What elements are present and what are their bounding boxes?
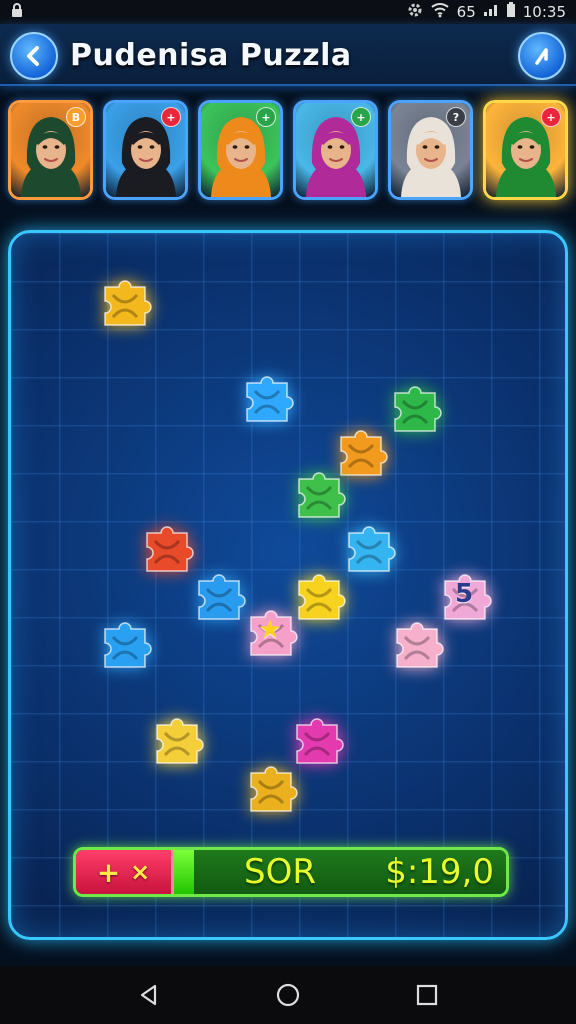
plus-button[interactable]: + — [97, 856, 120, 889]
puzzle-piece-icon — [104, 622, 152, 668]
puzzle-piece-icon — [246, 376, 294, 422]
avatar-2[interactable]: + — [103, 100, 188, 200]
score-controls[interactable]: + × — [76, 850, 174, 894]
battery-icon — [506, 2, 516, 22]
puzzle-piece-icon — [156, 718, 204, 764]
piece-gold-1[interactable] — [99, 275, 155, 335]
home-nav-button[interactable] — [268, 975, 308, 1015]
chevron-left-icon — [27, 46, 39, 66]
puzzle-piece-icon — [396, 622, 444, 668]
circle-home-icon — [276, 983, 300, 1007]
avatar-strip: B + + + ? + — [8, 100, 568, 204]
avatar-badge: B — [66, 107, 86, 127]
avatar-3[interactable]: + — [198, 100, 283, 200]
wifi-icon — [430, 2, 450, 22]
score-progress — [174, 850, 194, 894]
avatar-badge: + — [541, 107, 561, 127]
back-button[interactable] — [10, 32, 58, 80]
piece-blue-2[interactable] — [343, 521, 399, 581]
clock: 10:35 — [522, 3, 566, 21]
score-display: SOR $:19,0 — [194, 850, 506, 894]
header: Pudenisa Puzzla — [0, 24, 576, 86]
puzzle-piece-icon — [348, 526, 396, 572]
settings-icon — [407, 2, 423, 22]
piece-pink-5[interactable]: 5 — [439, 569, 495, 629]
back-nav-button[interactable] — [129, 975, 169, 1015]
puzzle-piece-icon — [298, 574, 346, 620]
piece-glyph: ★ — [258, 615, 282, 645]
score-bar: + × SOR $:19,0 — [73, 847, 509, 897]
avatar-6[interactable]: + — [483, 100, 568, 200]
avatar-badge: ? — [446, 107, 466, 127]
piece-yellow-2[interactable] — [151, 713, 207, 773]
triangle-back-icon — [141, 984, 157, 1006]
puzzle-board[interactable]: 5 ★ + × SOR $:19,0 — [8, 230, 568, 940]
square-recents-icon — [416, 984, 437, 1006]
piece-blue-1[interactable] — [241, 371, 297, 431]
avatar-badge: + — [161, 107, 181, 127]
puzzle-piece-icon — [250, 766, 298, 812]
arrow-up-icon — [535, 48, 548, 65]
score-value: $:19,0 — [385, 852, 494, 892]
puzzle-piece-icon — [198, 574, 246, 620]
score-label: SOR — [244, 852, 316, 892]
avatar-badge: + — [351, 107, 371, 127]
avatar-badge: + — [256, 107, 276, 127]
piece-red[interactable] — [141, 521, 197, 581]
status-bar: 65 10:35 — [0, 0, 576, 24]
multiply-button[interactable]: × — [130, 858, 150, 886]
piece-blue-3[interactable] — [193, 569, 249, 629]
action-button[interactable] — [518, 32, 566, 80]
page-title: Pudenisa Puzzla — [70, 38, 352, 73]
puzzle-piece-icon — [394, 386, 442, 432]
piece-yellow[interactable] — [293, 569, 349, 629]
piece-green[interactable] — [293, 467, 349, 527]
piece-pink-star[interactable]: ★ — [245, 605, 301, 665]
piece-pink-swirl[interactable] — [391, 617, 447, 677]
puzzle-piece-icon — [298, 472, 346, 518]
avatar-5[interactable]: ? — [388, 100, 473, 200]
signal-text: 65 — [456, 3, 476, 21]
piece-green-ring[interactable] — [389, 381, 445, 441]
lock-icon — [10, 2, 24, 22]
avatar-1[interactable]: B — [8, 100, 93, 200]
piece-blue-4[interactable] — [99, 617, 155, 677]
puzzle-piece-icon — [104, 280, 152, 326]
signal-icon — [483, 3, 499, 21]
puzzle-piece-icon — [146, 526, 194, 572]
nav-bar — [0, 966, 576, 1024]
recents-nav-button[interactable] — [407, 975, 447, 1015]
piece-glyph: 5 — [454, 579, 474, 609]
avatar-4[interactable]: + — [293, 100, 378, 200]
piece-gold-2[interactable] — [245, 761, 301, 821]
